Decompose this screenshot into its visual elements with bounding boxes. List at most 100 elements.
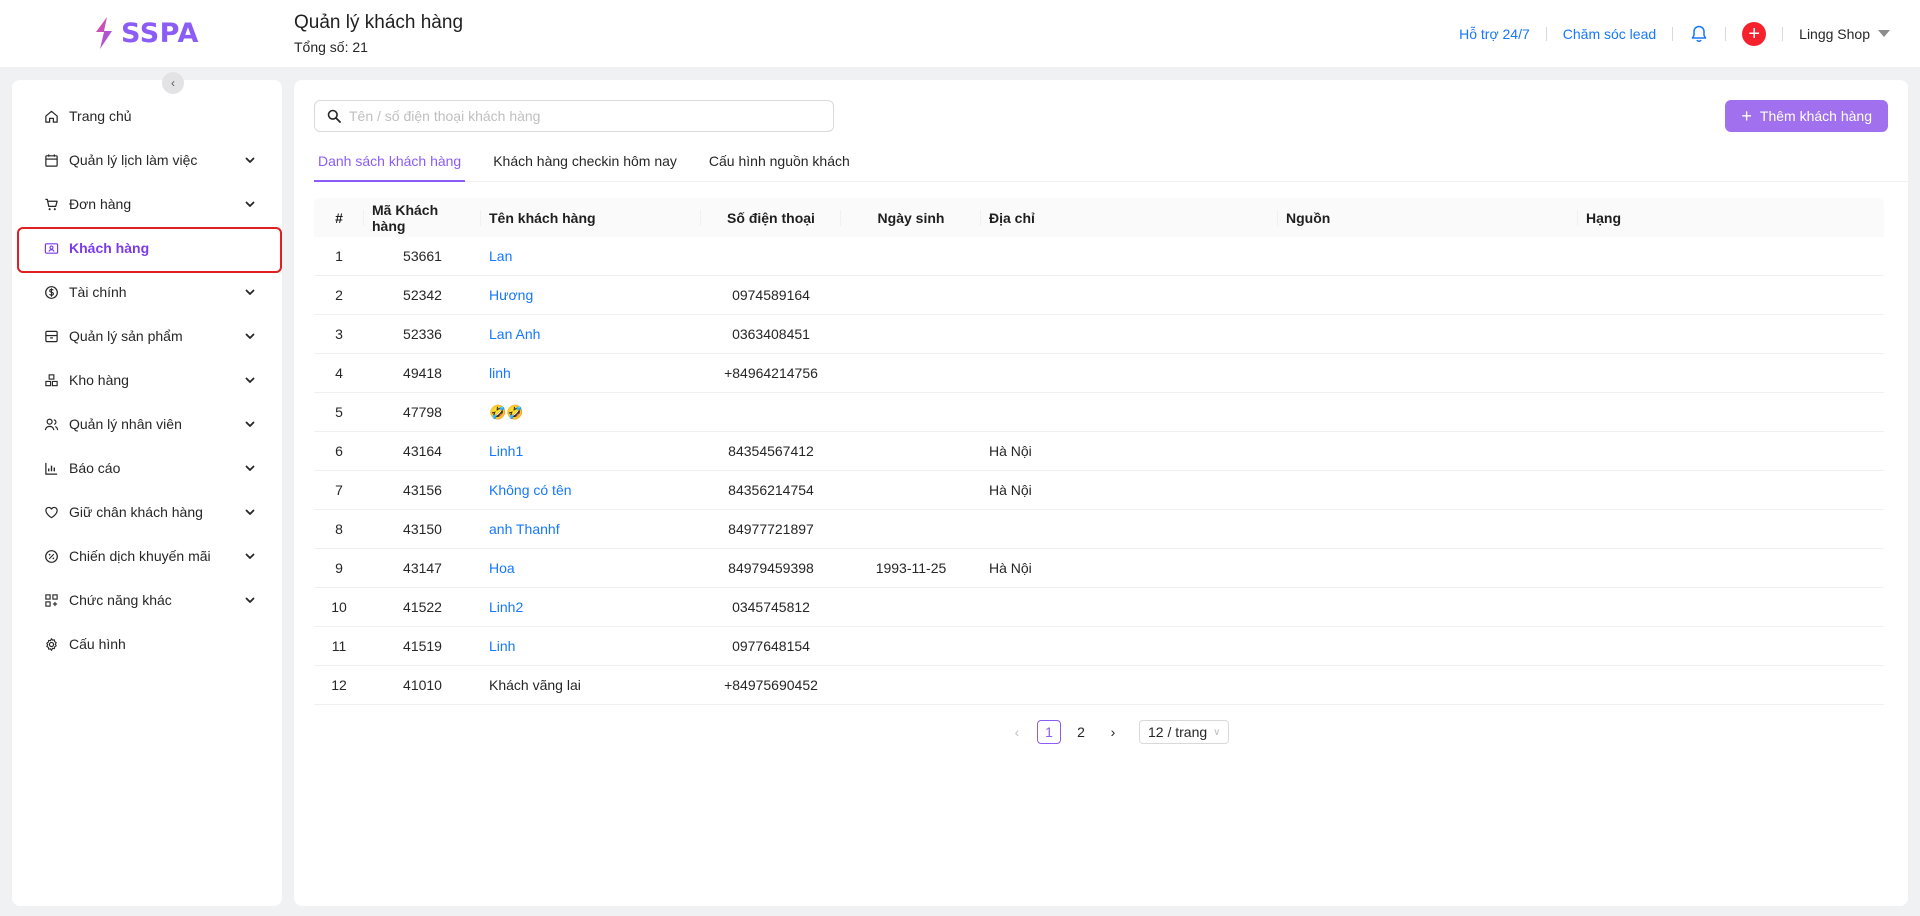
customer-name-link[interactable]: Hoa xyxy=(489,560,515,576)
tab-2[interactable]: Cấu hình nguồn khách xyxy=(705,142,854,180)
cell-dob xyxy=(841,510,981,548)
customer-name-link[interactable]: Không có tên xyxy=(489,482,572,498)
sidebar-item-label: Quản lý sản phẩm xyxy=(69,328,183,344)
table-row[interactable]: 8 43150 anh Thanhf 84977721897 xyxy=(314,510,1884,549)
cell-source xyxy=(1278,510,1578,548)
cell-source xyxy=(1278,432,1578,470)
cell-phone: +84975690452 xyxy=(701,666,841,704)
add-customer-button[interactable]: + Thêm khách hàng xyxy=(1725,100,1888,132)
table-row[interactable]: 11 41519 Linh 0977648154 xyxy=(314,627,1884,666)
customer-name-link[interactable]: anh Thanhf xyxy=(489,521,560,537)
page-number[interactable]: 1 xyxy=(1037,720,1061,744)
cell-source xyxy=(1278,237,1578,275)
customer-name-link[interactable]: Hương xyxy=(489,287,533,303)
cell-value: 10 xyxy=(331,599,347,615)
sidebar-item-5[interactable]: Quản lý sản phẩm xyxy=(12,314,282,358)
customer-name-link[interactable]: Linh xyxy=(489,638,515,654)
sidebar-item-10[interactable]: Chiến dịch khuyến mãi xyxy=(12,534,282,578)
sidebar-item-2[interactable]: Đơn hàng xyxy=(12,182,282,226)
cell-dob: 1993-11-25 xyxy=(841,549,981,587)
header-actions: Hỗ trợ 24/7 Chăm sóc lead + Lingg Shop xyxy=(1459,0,1890,67)
chevron-down-icon[interactable] xyxy=(244,418,256,430)
cell-value: 52342 xyxy=(403,287,442,303)
search-box[interactable] xyxy=(314,100,834,132)
page-size-select[interactable]: 12 / trang ∨ xyxy=(1139,720,1230,744)
chevron-down-icon[interactable] xyxy=(244,550,256,562)
cell-value: 43156 xyxy=(403,482,442,498)
cell-value: Hà Nội xyxy=(989,443,1032,459)
chevron-down-icon[interactable] xyxy=(244,330,256,342)
chevron-down-icon[interactable] xyxy=(244,154,256,166)
cell-value: 84356214754 xyxy=(728,482,814,498)
cell-name: anh Thanhf xyxy=(481,510,701,548)
next-page-icon[interactable]: › xyxy=(1101,720,1125,744)
table-row[interactable]: 2 52342 Hương 0974589164 xyxy=(314,276,1884,315)
cell-value: 12 xyxy=(331,677,347,693)
search-input[interactable] xyxy=(349,108,819,124)
cell-value: 8 xyxy=(335,521,343,537)
divider xyxy=(1672,26,1674,41)
page-number[interactable]: 2 xyxy=(1069,720,1093,744)
sidebar-item-0[interactable]: Trang chủ xyxy=(12,94,282,138)
table-row[interactable]: 6 43164 Linh1 84354567412 Hà Nội xyxy=(314,432,1884,471)
cell-name: Lan xyxy=(481,237,701,275)
brand-logo[interactable]: SSPA xyxy=(93,16,199,50)
customer-name-link[interactable]: linh xyxy=(489,365,511,381)
sidebar-item-3[interactable]: Khách hàng xyxy=(12,226,282,273)
table-row[interactable]: 7 43156 Không có tên 84356214754 Hà Nội xyxy=(314,471,1884,510)
chevron-down-icon[interactable] xyxy=(244,374,256,386)
bell-icon[interactable] xyxy=(1689,24,1709,44)
table-row[interactable]: 9 43147 Hoa 84979459398 1993-11-25 Hà Nội xyxy=(314,549,1884,588)
sidebar-item-4[interactable]: Tài chính xyxy=(12,270,282,314)
chevron-down-icon[interactable] xyxy=(244,462,256,474)
cell-address xyxy=(981,393,1278,431)
tab-1[interactable]: Khách hàng checkin hôm nay xyxy=(489,142,681,180)
table-row[interactable]: 3 52336 Lan Anh 0363408451 xyxy=(314,315,1884,354)
cell-address: Hà Nội xyxy=(981,432,1278,470)
table-row[interactable]: 1 53661 Lan xyxy=(314,237,1884,276)
cell-idx: 6 xyxy=(314,432,364,470)
customer-name-link[interactable]: Lan xyxy=(489,248,512,264)
sidebar-item-7[interactable]: Quản lý nhân viên xyxy=(12,402,282,446)
top-header: SSPA Quản lý khách hàng Tổng số: 21 Hỗ t… xyxy=(0,0,1920,67)
cell-rank xyxy=(1578,315,1884,353)
plus-circle-icon[interactable]: + xyxy=(1742,21,1767,46)
tab-0[interactable]: Danh sách khách hàng xyxy=(314,142,466,182)
chevron-down-icon[interactable] xyxy=(244,198,256,210)
sidebar-item-label: Tài chính xyxy=(69,284,127,300)
lead-care-link[interactable]: Chăm sóc lead xyxy=(1563,26,1656,42)
add-customer-label: Thêm khách hàng xyxy=(1759,108,1872,124)
cell-address xyxy=(981,354,1278,392)
table-row[interactable]: 10 41522 Linh2 0345745812 xyxy=(314,588,1884,627)
divider xyxy=(1782,26,1784,41)
cell-idx: 12 xyxy=(314,666,364,704)
table-row[interactable]: 5 47798 🤣🤣 xyxy=(314,393,1884,432)
caret-down-icon[interactable] xyxy=(1878,30,1890,37)
customer-name-link[interactable]: Lan Anh xyxy=(489,326,540,342)
sidebar-item-12[interactable]: Cấu hình xyxy=(12,622,282,666)
sidebar-item-11[interactable]: Chức năng khác xyxy=(12,578,282,622)
cell-code: 43147 xyxy=(364,549,481,587)
support-link[interactable]: Hỗ trợ 24/7 xyxy=(1459,26,1530,42)
sidebar-item-1[interactable]: Quản lý lịch làm việc xyxy=(12,138,282,182)
cell-value: 5 xyxy=(335,404,343,420)
cell-rank xyxy=(1578,627,1884,665)
cell-value: 9 xyxy=(335,560,343,576)
cell-rank xyxy=(1578,510,1884,548)
chevron-left-icon[interactable]: ‹ xyxy=(162,72,184,94)
table-row[interactable]: 12 41010 Khách vãng lai +84975690452 xyxy=(314,666,1884,705)
chevron-down-icon[interactable] xyxy=(244,286,256,298)
sidebar-item-label: Kho hàng xyxy=(69,372,129,388)
prev-page-icon[interactable]: ‹ xyxy=(1005,720,1029,744)
shop-name[interactable]: Lingg Shop xyxy=(1799,26,1870,42)
customer-name-link[interactable]: Linh1 xyxy=(489,443,523,459)
chevron-down-icon[interactable] xyxy=(244,506,256,518)
cell-idx: 3 xyxy=(314,315,364,353)
sidebar-item-6[interactable]: Kho hàng xyxy=(12,358,282,402)
sidebar-item-9[interactable]: Giữ chân khách hàng xyxy=(12,490,282,534)
chevron-down-icon[interactable] xyxy=(244,594,256,606)
sidebar-item-8[interactable]: Báo cáo xyxy=(12,446,282,490)
cell-dob xyxy=(841,432,981,470)
table-row[interactable]: 4 49418 linh +84964214756 xyxy=(314,354,1884,393)
customer-name-link[interactable]: Linh2 xyxy=(489,599,523,615)
